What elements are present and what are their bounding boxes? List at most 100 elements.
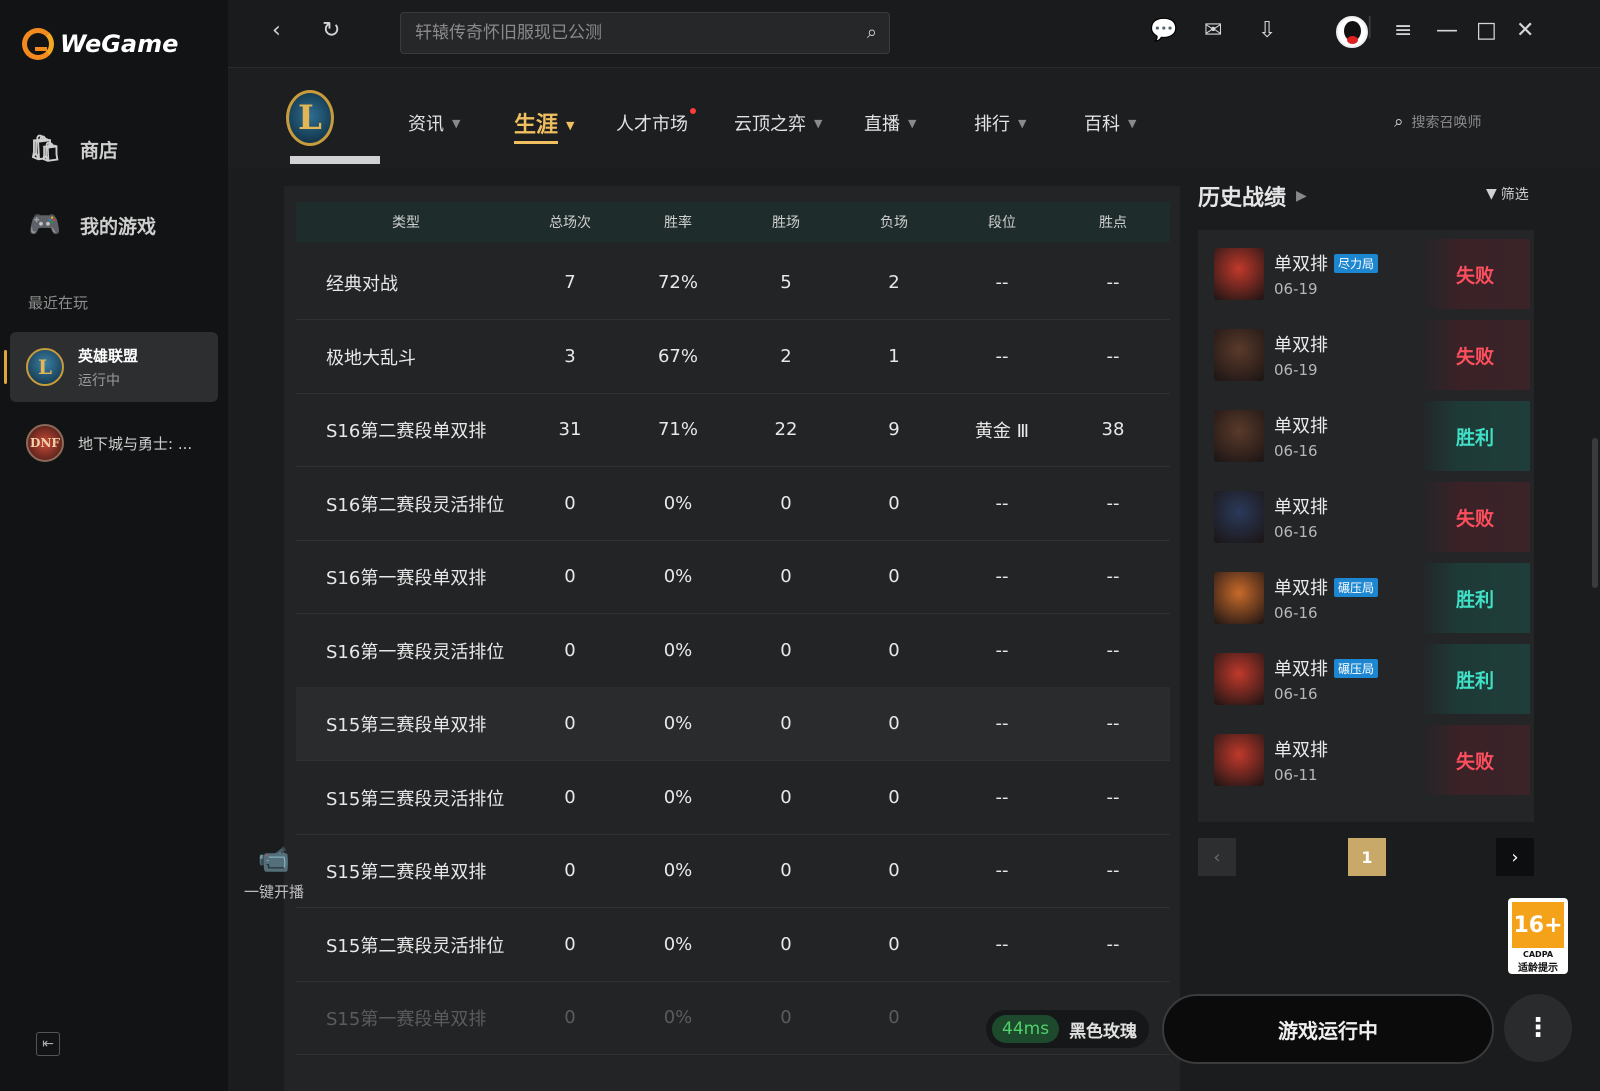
wegame-logo-icon bbox=[22, 28, 54, 60]
collapse-sidebar-button[interactable]: ⇤ bbox=[36, 1032, 60, 1056]
table-cell: S16第二赛段灵活排位 bbox=[326, 494, 505, 516]
column-header: 胜率 bbox=[664, 215, 692, 231]
table-row: S15第三赛段灵活排位 0 0% 0 0 -- -- bbox=[296, 761, 1170, 835]
close-icon[interactable]: ✕ bbox=[1516, 18, 1534, 43]
search-icon: ⌕ bbox=[1394, 112, 1404, 132]
history-title[interactable]: 历史战绩 ▶ bbox=[1198, 180, 1307, 212]
match-item[interactable]: 单双排 06-16 胜利 bbox=[1210, 401, 1530, 471]
menu-icon[interactable]: ≡ bbox=[1394, 18, 1412, 43]
user-avatar[interactable] bbox=[1336, 16, 1368, 48]
table-row: 极地大乱斗 3 67% 2 1 -- -- bbox=[296, 320, 1170, 394]
lol-logo-icon[interactable]: L bbox=[286, 90, 334, 146]
sidebar-item-label: 商店 bbox=[80, 139, 119, 162]
section-header-clipped bbox=[290, 150, 510, 164]
tab-talent-market[interactable]: 人才市场 bbox=[616, 108, 696, 136]
table-cell: 0 bbox=[888, 1007, 900, 1028]
filter-button[interactable]: ▼ 筛选 bbox=[1486, 184, 1529, 204]
scrollbar[interactable] bbox=[1592, 438, 1598, 588]
summoner-search[interactable]: ⌕ 搜索召唤师 bbox=[1394, 112, 1482, 132]
match-tag: 尽力局 bbox=[1334, 253, 1379, 273]
more-options-button[interactable]: ⋮ bbox=[1504, 994, 1572, 1062]
download-icon[interactable]: ⇩ bbox=[1258, 18, 1276, 43]
table-cell: -- bbox=[995, 566, 1009, 587]
table-cell: -- bbox=[1106, 860, 1120, 881]
table-cell: S16第二赛段单双排 bbox=[326, 420, 487, 442]
game-name: 地下城与勇士: ... bbox=[78, 434, 193, 453]
table-cell: S15第三赛段灵活排位 bbox=[326, 788, 505, 810]
table-cell: 0% bbox=[663, 640, 693, 661]
match-item[interactable]: 单双排 06-16 失败 bbox=[1210, 482, 1530, 552]
tab-career[interactable]: 生涯 ▼ bbox=[514, 107, 574, 144]
match-info: 单双排 06-19 bbox=[1274, 331, 1404, 379]
search-icon[interactable]: ⌕ bbox=[867, 22, 877, 43]
ping-value: 44ms bbox=[992, 1015, 1060, 1043]
match-tag: 碾压局 bbox=[1334, 577, 1379, 597]
refresh-icon[interactable]: ↻ bbox=[322, 18, 340, 43]
match-item[interactable]: 单双排 尽力局 06-19 失败 bbox=[1210, 239, 1530, 309]
champion-portrait bbox=[1214, 410, 1264, 462]
table-cell: 0 bbox=[888, 566, 900, 587]
filter-icon: ▼ bbox=[1486, 186, 1497, 202]
chevron-down-icon: ▼ bbox=[452, 116, 461, 130]
match-date: 06-19 bbox=[1274, 280, 1318, 298]
match-item[interactable]: 单双排 06-19 失败 bbox=[1210, 320, 1530, 390]
camera-icon: 📹 bbox=[257, 845, 291, 875]
prev-page-button[interactable]: ‹ bbox=[1198, 838, 1236, 876]
table-cell: 31 bbox=[558, 419, 582, 440]
table-cell: -- bbox=[1106, 272, 1120, 293]
sidebar-item-shop[interactable]: 🛍 商店 bbox=[28, 134, 118, 164]
back-icon[interactable]: ‹ bbox=[272, 18, 281, 43]
game-status: 运行中 bbox=[78, 372, 120, 389]
top-bar: ‹ ↻ ⌕ 💬 ✉ ⇩ | ≡ — □ ✕ bbox=[228, 0, 1600, 68]
match-result: 失败 bbox=[1420, 482, 1530, 552]
table-cell: 38 bbox=[1101, 419, 1125, 440]
tab-ranking[interactable]: 排行 ▼ bbox=[974, 110, 1026, 136]
table-cell: -- bbox=[995, 713, 1009, 734]
tab-tft[interactable]: 云顶之弈 ▼ bbox=[734, 110, 822, 136]
table-cell: -- bbox=[995, 346, 1009, 367]
table-cell: 0 bbox=[780, 934, 792, 955]
match-item[interactable]: 单双排 碾压局 06-16 胜利 bbox=[1210, 563, 1530, 633]
table-cell: -- bbox=[1106, 566, 1120, 587]
table-cell: -- bbox=[1106, 640, 1120, 661]
chat-icon[interactable]: 💬 bbox=[1150, 18, 1177, 43]
sidebar: WeGame 🛍 商店 🎮 我的游戏 最近在玩 L 英雄联盟 运行中 DNF 地… bbox=[0, 0, 228, 1091]
table-cell: 2 bbox=[888, 272, 900, 293]
game-running-button[interactable]: 游戏运行中 bbox=[1162, 994, 1494, 1064]
match-mode-row: 单双排 bbox=[1274, 331, 1404, 357]
recent-game-lol[interactable]: L 英雄联盟 运行中 bbox=[4, 332, 218, 402]
mail-icon[interactable]: ✉ bbox=[1204, 18, 1222, 43]
wegame-logo[interactable]: WeGame bbox=[22, 28, 178, 60]
match-mode-row: 单双排 碾压局 bbox=[1274, 574, 1404, 600]
server-status[interactable]: 44ms 黑色玫瑰 bbox=[986, 1010, 1150, 1048]
sidebar-item-my-games[interactable]: 🎮 我的游戏 bbox=[28, 210, 156, 240]
table-cell: 2 bbox=[780, 346, 792, 367]
table-cell: 0 bbox=[564, 493, 576, 514]
tab-live[interactable]: 直播 ▼ bbox=[864, 110, 916, 136]
tab-news[interactable]: 资讯 ▼ bbox=[408, 110, 460, 136]
stats-table: 类型 总场次 胜率 胜场 负场 段位 胜点 经典对战 7 72% 5 2 -- -- 极地大乱… bbox=[284, 186, 1180, 1091]
page-number[interactable]: 1 bbox=[1348, 838, 1386, 876]
summoner-search-placeholder: 搜索召唤师 bbox=[1411, 115, 1482, 131]
maximize-icon[interactable]: □ bbox=[1476, 18, 1497, 43]
chevron-right-icon: ▶ bbox=[1296, 188, 1307, 204]
table-cell: 0% bbox=[663, 934, 693, 955]
minimize-icon[interactable]: — bbox=[1436, 18, 1458, 43]
server-name: 黑色玫瑰 bbox=[1069, 1021, 1138, 1042]
recent-game-dnf[interactable]: DNF 地下城与勇士: ... bbox=[10, 408, 218, 478]
match-mode: 单双排 bbox=[1274, 416, 1328, 437]
one-click-live-button[interactable]: 📹 一键开播 bbox=[238, 845, 310, 902]
match-item[interactable]: 单双排 碾压局 06-16 胜利 bbox=[1210, 644, 1530, 714]
search-input[interactable] bbox=[401, 13, 841, 53]
table-header: 类型 总场次 胜率 胜场 负场 段位 胜点 bbox=[296, 202, 1170, 242]
global-search[interactable]: ⌕ bbox=[400, 12, 890, 54]
match-item[interactable]: 单双排 06-11 失败 bbox=[1210, 725, 1530, 795]
champion-portrait bbox=[1214, 329, 1264, 381]
tab-wiki[interactable]: 百科 ▼ bbox=[1084, 110, 1136, 136]
table-cell: 0 bbox=[780, 640, 792, 661]
live-label: 一键开播 bbox=[243, 883, 304, 901]
tab-label-text: 人才市场 bbox=[616, 114, 688, 135]
match-info: 单双排 06-16 bbox=[1274, 412, 1404, 460]
next-page-button[interactable]: › bbox=[1496, 838, 1534, 876]
table-cell: -- bbox=[995, 934, 1009, 955]
